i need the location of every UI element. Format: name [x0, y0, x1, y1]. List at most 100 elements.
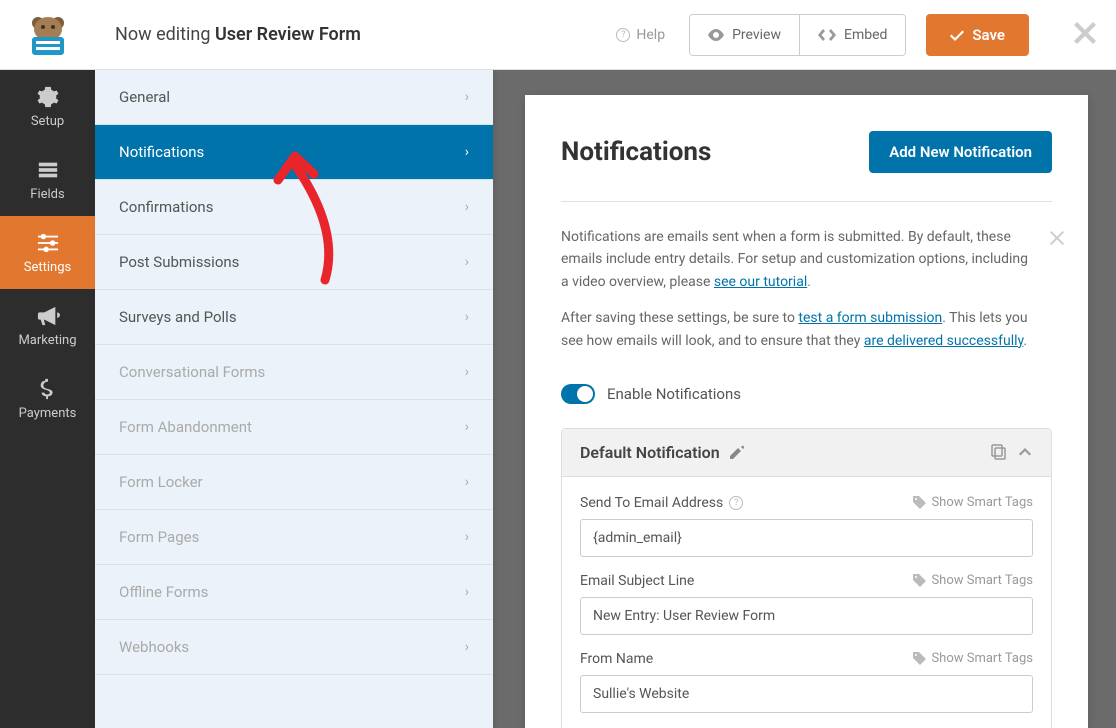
sliders-icon — [36, 232, 60, 254]
sidebar-item-marketing[interactable]: Marketing — [0, 289, 95, 362]
field-label-row: Send To Email Address?Show Smart Tags — [580, 495, 1033, 511]
sidebar-item-setup[interactable]: Setup — [0, 70, 95, 143]
field-input[interactable] — [580, 675, 1033, 713]
chevron-right-icon: › — [465, 144, 469, 160]
settings-menu: General›Notifications›Confirmations›Post… — [95, 70, 493, 728]
gear-icon — [36, 86, 60, 108]
test-submission-link[interactable]: test a form submission — [798, 310, 942, 326]
tag-icon — [913, 652, 926, 665]
menu-item-offline-forms[interactable]: Offline Forms› — [95, 565, 493, 620]
tag-icon — [913, 496, 926, 509]
menu-item-label: Form Pages — [119, 528, 199, 546]
panel-header: Notifications Add New Notification — [525, 95, 1088, 173]
desc-text: After saving these settings, be sure to — [561, 310, 798, 326]
notification-title: Default Notification — [580, 443, 720, 462]
enable-toggle-row: Enable Notifications — [525, 366, 1088, 428]
menu-item-post-submissions[interactable]: Post Submissions › — [95, 235, 493, 290]
menu-item-label: Notifications — [119, 143, 204, 161]
check-icon — [950, 29, 964, 41]
menu-item-general[interactable]: General › — [95, 70, 493, 125]
wpforms-logo-icon — [24, 13, 72, 57]
notification-body: Send To Email Address?Show Smart TagsEma… — [562, 477, 1051, 728]
menu-item-label: Webhooks — [119, 638, 189, 656]
top-bar: Now editing User Review Form ? Help Prev… — [0, 0, 1116, 70]
pencil-icon[interactable] — [730, 445, 744, 459]
sidebar-label: Fields — [30, 187, 64, 202]
menu-item-notifications[interactable]: Notifications › — [95, 125, 493, 180]
sidebar-item-payments[interactable]: Payments — [0, 362, 95, 435]
chevron-right-icon: › — [465, 254, 469, 270]
description: Notifications are emails sent when a for… — [525, 202, 1088, 352]
save-button[interactable]: Save — [926, 14, 1029, 56]
menu-item-label: Conversational Forms — [119, 363, 265, 381]
chevron-up-icon[interactable] — [1017, 444, 1033, 460]
editing-prefix: Now editing — [115, 24, 215, 45]
delivered-link[interactable]: are delivered successfully — [864, 333, 1024, 349]
preview-label: Preview — [732, 27, 781, 43]
chevron-right-icon: › — [465, 474, 469, 490]
dollar-icon — [36, 378, 60, 400]
list-icon — [36, 159, 60, 181]
menu-item-label: Form Locker — [119, 473, 203, 491]
help-label: Help — [636, 27, 665, 43]
menu-item-confirmations[interactable]: Confirmations› — [95, 180, 493, 235]
field-row: From Name Show Smart Tags — [580, 651, 1033, 713]
tag-icon — [913, 574, 926, 587]
sidebar-label: Setup — [31, 114, 64, 129]
menu-item-form-locker[interactable]: Form Locker › — [95, 455, 493, 510]
sidebar-label: Marketing — [18, 333, 76, 348]
code-icon — [818, 29, 836, 41]
field-label: From Name — [580, 651, 653, 667]
tutorial-link[interactable]: see our tutorial — [714, 274, 807, 290]
sidebar-item-settings[interactable]: Settings — [0, 216, 95, 289]
content-panel: Notifications Add New Notification Notif… — [525, 95, 1088, 728]
menu-item-form-pages[interactable]: Form Pages› — [95, 510, 493, 565]
field-row: Email Subject LineShow Smart Tags — [580, 573, 1033, 635]
close-button[interactable] — [1049, 17, 1116, 52]
enable-toggle[interactable] — [561, 384, 595, 404]
preview-embed-group: Preview Embed — [689, 14, 906, 56]
chevron-right-icon: › — [465, 364, 469, 380]
menu-item-label: Surveys and Polls — [119, 308, 237, 326]
chevron-right-icon: › — [465, 419, 469, 435]
menu-item-conversational-forms[interactable]: Conversational Forms › — [95, 345, 493, 400]
show-smart-tags[interactable]: Show Smart Tags — [913, 651, 1033, 666]
show-smart-tags[interactable]: Show Smart Tags — [913, 573, 1033, 588]
eye-icon — [708, 29, 724, 41]
field-label-row: Email Subject LineShow Smart Tags — [580, 573, 1033, 589]
chevron-right-icon: › — [465, 89, 469, 105]
help-icon: ? — [616, 28, 630, 42]
show-smart-tags[interactable]: Show Smart Tags — [913, 495, 1033, 510]
copy-icon[interactable] — [991, 444, 1007, 460]
help-link[interactable]: ? Help — [602, 27, 679, 43]
notification-box: Default Notification Send To Email Addre… — [561, 428, 1052, 728]
add-notification-button[interactable]: Add New Notification — [869, 131, 1052, 173]
editing-label: Now editing User Review Form — [95, 24, 602, 45]
field-input[interactable] — [580, 519, 1033, 557]
panel-title: Notifications — [561, 137, 711, 167]
menu-item-label: Offline Forms — [119, 583, 208, 601]
menu-item-label: General — [119, 88, 170, 106]
close-icon — [1050, 231, 1064, 245]
logo — [0, 0, 95, 70]
chevron-right-icon: › — [465, 639, 469, 655]
field-input[interactable] — [580, 597, 1033, 635]
dismiss-button[interactable] — [1050, 226, 1064, 255]
menu-item-label: Post Submissions — [119, 253, 239, 271]
sidebar-item-fields[interactable]: Fields — [0, 143, 95, 216]
embed-button[interactable]: Embed — [800, 15, 905, 55]
sidebar-label: Settings — [24, 260, 71, 275]
menu-item-label: Form Abandonment — [119, 418, 252, 436]
field-label-row: From Name Show Smart Tags — [580, 651, 1033, 667]
menu-item-form-abandonment[interactable]: Form Abandonment › — [95, 400, 493, 455]
preview-button[interactable]: Preview — [690, 15, 800, 55]
menu-item-surveys-and-polls[interactable]: Surveys and Polls› — [95, 290, 493, 345]
chevron-right-icon: › — [465, 199, 469, 215]
embed-label: Embed — [844, 27, 887, 43]
icon-sidebar: Setup Fields Settings Marketing Payments — [0, 70, 95, 728]
close-icon — [1074, 22, 1096, 44]
menu-item-webhooks[interactable]: Webhooks › — [95, 620, 493, 675]
help-icon[interactable]: ? — [729, 496, 743, 510]
notification-header: Default Notification — [562, 429, 1051, 477]
bullhorn-icon — [36, 305, 60, 327]
